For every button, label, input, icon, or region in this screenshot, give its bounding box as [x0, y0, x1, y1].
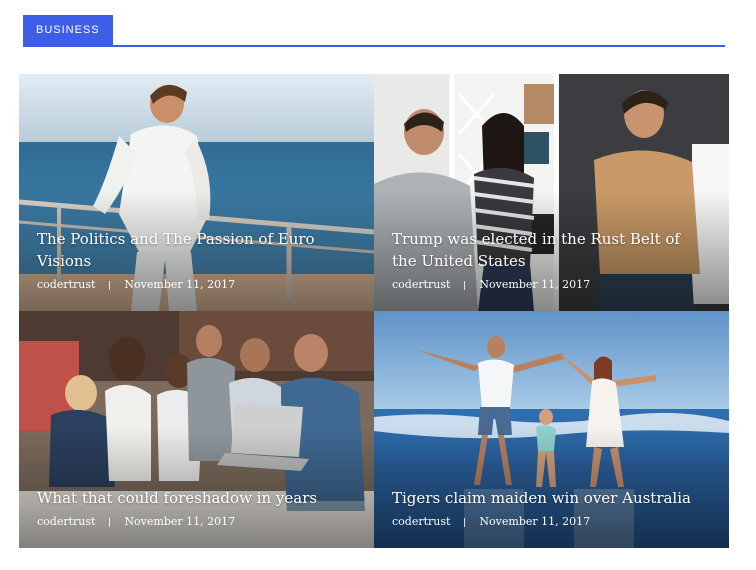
post-author[interactable]: codertrust — [37, 515, 95, 529]
post-card[interactable]: Tigers claim maiden win over Australia c… — [374, 311, 729, 548]
post-meta: codertrust November 11, 2017 — [392, 278, 709, 292]
post-caption: Trump was elected in the Rust Belt of th… — [392, 228, 709, 292]
section-header: Business — [23, 15, 725, 47]
post-title[interactable]: The Politics and The Passion of Euro Vis… — [37, 228, 354, 272]
post-title[interactable]: What that could foreshadow in years — [37, 487, 354, 509]
post-caption: The Politics and The Passion of Euro Vis… — [37, 228, 354, 292]
post-card[interactable]: What that could foreshadow in years code… — [19, 311, 374, 548]
meta-divider — [464, 280, 466, 290]
post-title[interactable]: Tigers claim maiden win over Australia — [392, 487, 709, 509]
post-meta: codertrust November 11, 2017 — [37, 515, 354, 529]
post-title[interactable]: Trump was elected in the Rust Belt of th… — [392, 228, 709, 272]
post-caption: What that could foreshadow in years code… — [37, 487, 354, 529]
post-author[interactable]: codertrust — [37, 278, 95, 292]
meta-divider — [109, 517, 111, 527]
post-card[interactable]: The Politics and The Passion of Euro Vis… — [19, 74, 374, 311]
post-date[interactable]: November 11, 2017 — [124, 278, 235, 292]
section-category-tag[interactable]: Business — [23, 15, 113, 45]
meta-divider — [464, 517, 466, 527]
post-meta: codertrust November 11, 2017 — [37, 278, 354, 292]
post-date[interactable]: November 11, 2017 — [479, 278, 590, 292]
post-meta: codertrust November 11, 2017 — [392, 515, 709, 529]
post-date[interactable]: November 11, 2017 — [479, 515, 590, 529]
post-date[interactable]: November 11, 2017 — [124, 515, 235, 529]
post-author[interactable]: codertrust — [392, 515, 450, 529]
post-author[interactable]: codertrust — [392, 278, 450, 292]
meta-divider — [109, 280, 111, 290]
post-card[interactable]: Trump was elected in the Rust Belt of th… — [374, 74, 729, 311]
post-grid: The Politics and The Passion of Euro Vis… — [19, 74, 729, 548]
post-caption: Tigers claim maiden win over Australia c… — [392, 487, 709, 529]
